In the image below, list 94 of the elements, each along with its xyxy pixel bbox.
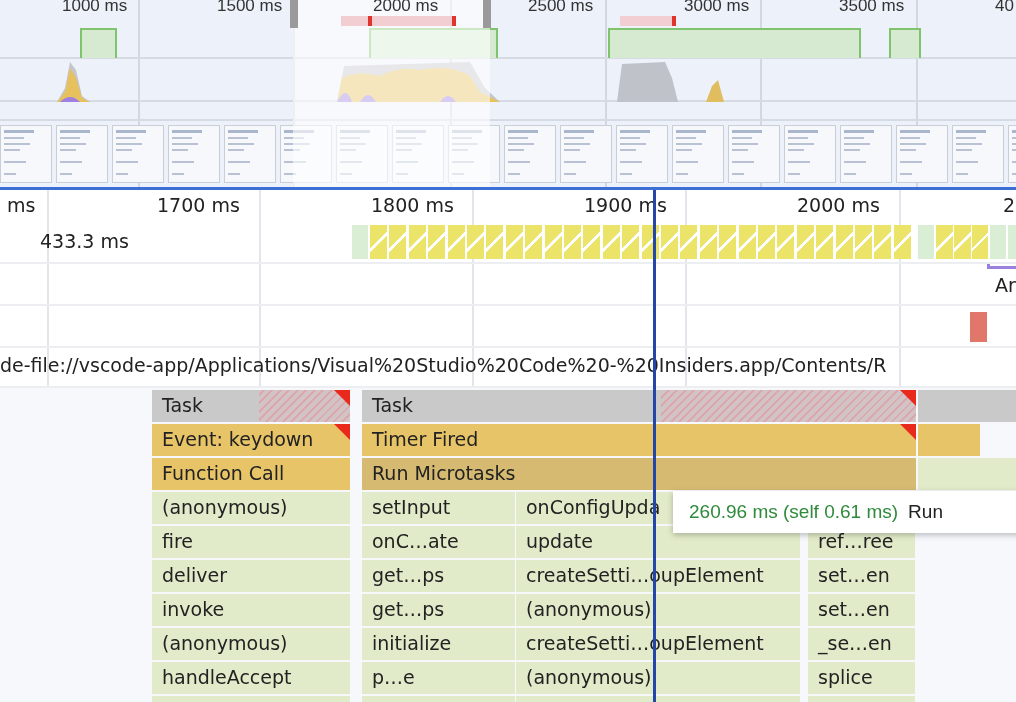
flame-block[interactable]: initialize xyxy=(362,628,515,660)
frame-bar xyxy=(352,225,368,259)
flame-block[interactable]: Function Call xyxy=(152,458,350,490)
flame-block[interactable]: invoke xyxy=(152,594,350,626)
frame-bar xyxy=(816,225,833,259)
time-label: 1800 ms xyxy=(371,194,454,216)
screenshot-thumbnail xyxy=(504,125,556,183)
frame-bar xyxy=(1008,225,1016,259)
frame-bar xyxy=(506,225,523,259)
selection-handle[interactable] xyxy=(290,0,298,28)
frame-bar xyxy=(855,225,872,259)
frame-bar xyxy=(889,28,921,58)
time-label: 2500 ms xyxy=(528,0,594,16)
frame-bar xyxy=(525,225,542,259)
flame-block[interactable]: deliver xyxy=(152,560,350,592)
flame-block[interactable]: Task xyxy=(152,390,350,422)
flame-block[interactable]: Task xyxy=(362,390,916,422)
error-marker xyxy=(368,16,372,26)
frame-bar xyxy=(564,225,581,259)
flame-block[interactable]: _se…en xyxy=(808,628,915,660)
error-marker xyxy=(672,16,676,26)
interaction-bracket xyxy=(987,264,1016,269)
frame-bar xyxy=(467,225,484,259)
screenshot-thumbnail xyxy=(168,125,220,183)
flame-block[interactable]: (anonymous) xyxy=(152,492,350,524)
frame-bar xyxy=(428,225,445,259)
error-marker xyxy=(452,16,456,26)
flame-block[interactable]: set…en xyxy=(808,594,915,626)
frame-bar xyxy=(936,225,953,259)
frames-duration: 433.3 ms xyxy=(40,230,129,252)
flame-block[interactable]: Timer Fired xyxy=(362,424,916,456)
frame-bar xyxy=(680,225,697,259)
time-label: 1500 ms xyxy=(217,0,283,16)
flame-block[interactable]: onC…ate xyxy=(362,526,515,558)
frame-bar xyxy=(545,225,562,259)
frame-bar xyxy=(918,225,934,259)
frame-bar xyxy=(758,225,775,259)
frame-bar xyxy=(874,225,891,259)
time-label: 1000 ms xyxy=(62,0,128,16)
frame-bar xyxy=(972,225,988,259)
frame-bar xyxy=(603,225,620,259)
time-label: 1700 ms xyxy=(157,194,240,216)
frame-bar xyxy=(622,225,639,259)
interaction-label: Ar xyxy=(995,274,1016,296)
time-label: 2000 ms xyxy=(373,0,439,16)
flame-block[interactable]: p…e xyxy=(362,662,515,694)
frame-bar xyxy=(448,225,465,259)
frame-bar xyxy=(80,28,117,58)
time-label: 40 xyxy=(995,0,1014,16)
flame-block[interactable]: get…ps xyxy=(362,560,515,592)
flame-block[interactable]: Run Microtasks xyxy=(362,458,916,490)
screenshot-thumbnail xyxy=(952,125,1004,183)
time-label: 3500 ms xyxy=(839,0,905,16)
tooltip-name: Run xyxy=(908,501,943,523)
time-label: ms xyxy=(7,194,36,216)
flame-block[interactable]: get…ps xyxy=(362,594,515,626)
frame-bar xyxy=(894,225,911,259)
frame-bar xyxy=(700,225,717,259)
frame-bar xyxy=(990,225,1006,259)
frame-bar xyxy=(739,225,756,259)
frame-bar xyxy=(486,225,503,259)
flame-block[interactable]: set…en xyxy=(808,560,915,592)
frame-bar xyxy=(389,225,406,259)
flame-block[interactable]: setInput xyxy=(362,492,515,524)
frame-bar xyxy=(661,225,678,259)
flame-block[interactable]: (anonymous) xyxy=(152,628,350,660)
flame-block xyxy=(918,424,980,456)
flame-block[interactable]: Event: keydown xyxy=(152,424,350,456)
time-label: 2000 ms xyxy=(797,194,880,216)
frame-bar xyxy=(719,225,736,259)
frame-bar xyxy=(583,225,600,259)
time-label: 3000 ms xyxy=(684,0,750,16)
screenshot-thumbnail xyxy=(224,125,276,183)
screenshot-thumbnail xyxy=(672,125,724,183)
screenshot-thumbnail xyxy=(336,125,388,183)
selection-handle[interactable] xyxy=(483,0,491,28)
flame-block[interactable]: handleAccept xyxy=(152,662,350,694)
frame-bar xyxy=(954,225,971,259)
raster-block xyxy=(970,312,987,342)
frame-bar xyxy=(836,225,853,259)
screenshot-thumbnail xyxy=(840,125,892,183)
flame-block[interactable]: splice xyxy=(808,662,915,694)
screenshot-thumbnail xyxy=(56,125,108,183)
screenshot-thumbnail xyxy=(616,125,668,183)
frame-bar xyxy=(409,225,426,259)
frame-bar xyxy=(797,225,814,259)
flame-block[interactable]: (anonymous) xyxy=(516,662,800,694)
flame-block[interactable]: fire xyxy=(152,526,350,558)
frame-bar xyxy=(777,225,794,259)
screenshot-thumbnail xyxy=(784,125,836,183)
flame-block[interactable]: (anonymous) xyxy=(516,594,800,626)
time-label: 2 xyxy=(1003,194,1016,216)
screenshot-thumbnail xyxy=(392,125,444,183)
frame-bar xyxy=(370,225,387,259)
